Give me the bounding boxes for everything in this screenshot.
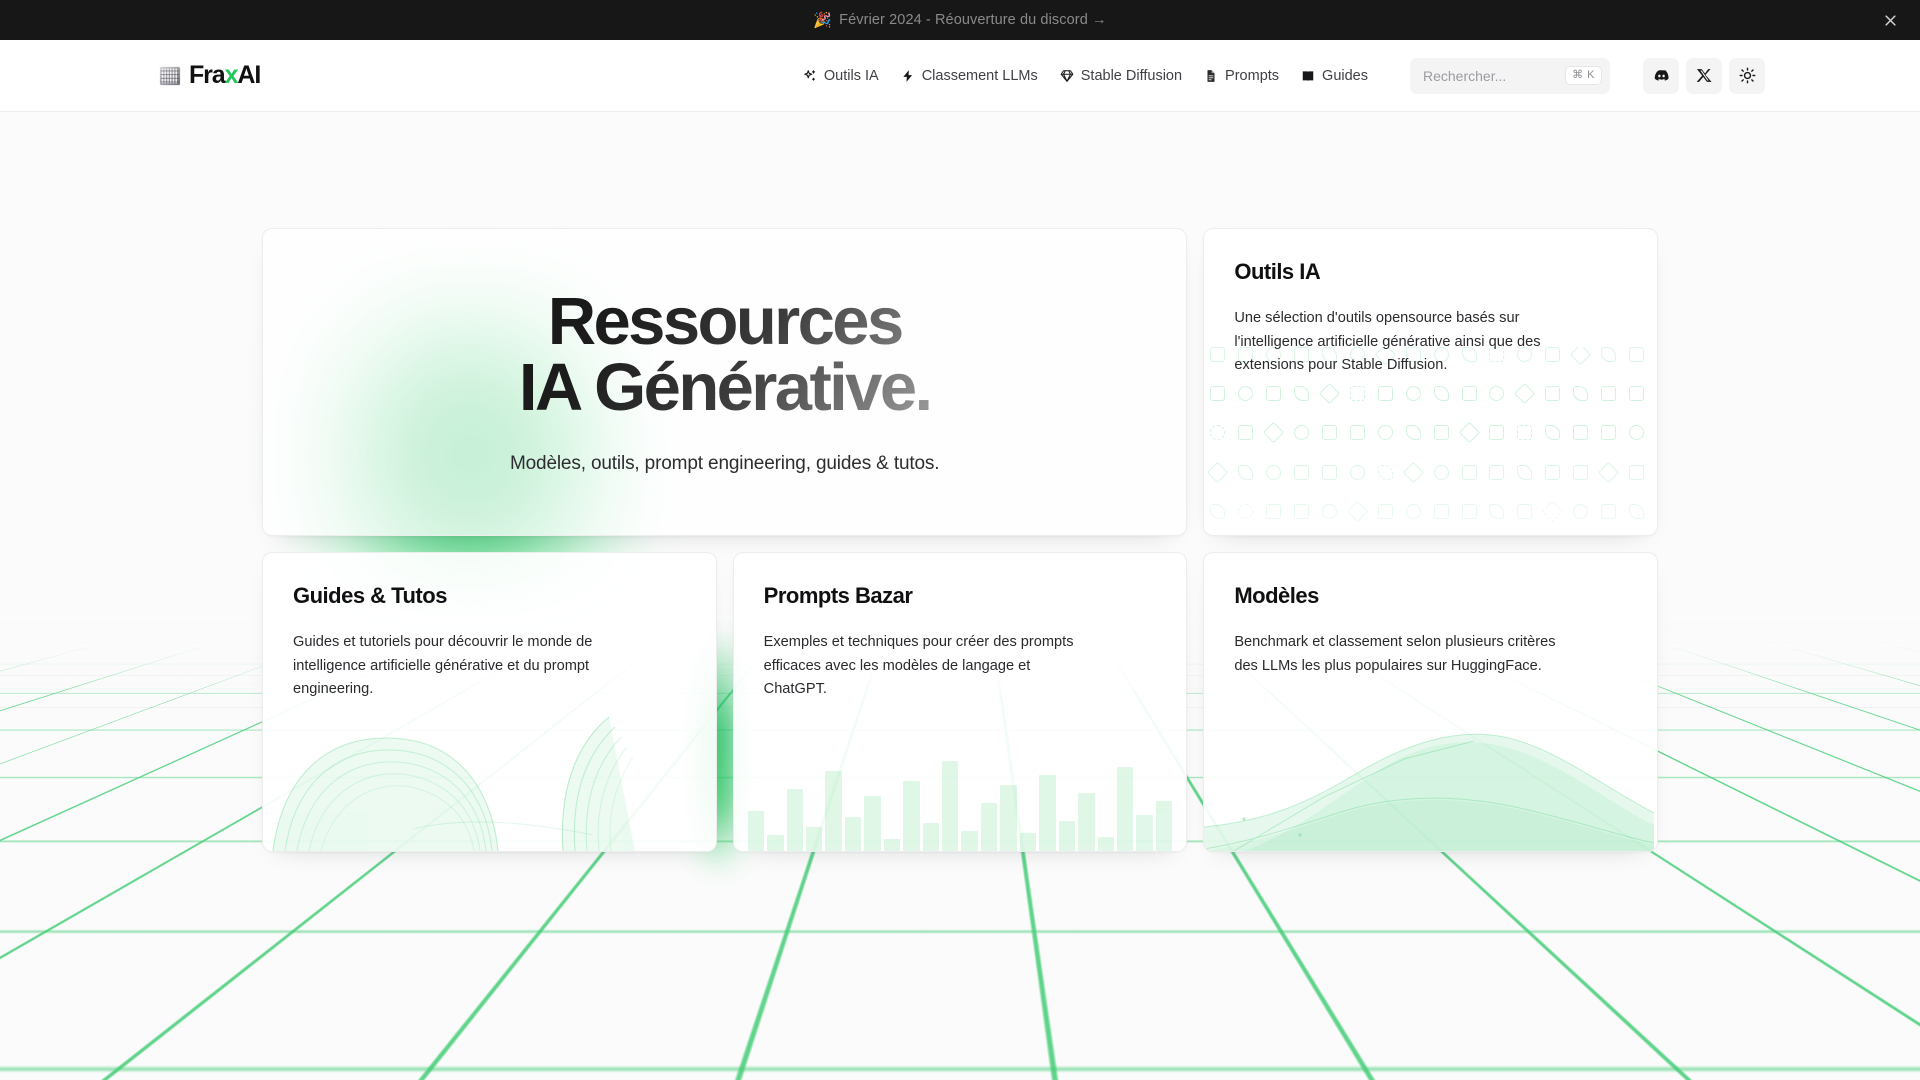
diamond-icon — [1060, 69, 1074, 83]
page-stage: Ressources IA Générative. Modèles, outil… — [0, 112, 1920, 1080]
party-popper-icon: 🎉 — [813, 13, 832, 28]
theme-toggle-button[interactable] — [1729, 58, 1765, 94]
nav-item-label: Prompts — [1225, 68, 1279, 84]
header-actions — [1643, 58, 1765, 94]
announcement-text: Février 2024 - Réouverture du discord → — [839, 12, 1106, 28]
nav-item-stable-diffusion[interactable]: Stable Diffusion — [1060, 68, 1182, 84]
nav-item-outils-ia[interactable]: Outils IA — [803, 68, 879, 84]
search-input[interactable]: Rechercher... ⌘ K — [1410, 58, 1610, 94]
nav-item-classement-llms[interactable]: Classement LLMs — [901, 68, 1038, 84]
main-navigation: Outils IA Classement LLMs Stable Diffusi… — [803, 58, 1765, 94]
logo-text-suffix: AI — [237, 61, 260, 89]
card-guides-tutos[interactable]: Guides & Tutos Guides et tutoriels pour … — [262, 552, 717, 852]
book-icon — [1301, 69, 1315, 83]
logo-mark-icon — [159, 65, 181, 87]
nav-item-prompts[interactable]: Prompts — [1204, 68, 1279, 84]
search-shortcut-badge: ⌘ K — [1565, 66, 1602, 84]
card-description: Benchmark et classement selon plusieurs … — [1234, 631, 1564, 678]
card-description: Guides et tutoriels pour découvrir le mo… — [293, 631, 623, 702]
hero-card: Ressources IA Générative. Modèles, outil… — [262, 228, 1187, 536]
announcement-link[interactable]: 🎉 Février 2024 - Réouverture du discord … — [813, 12, 1106, 28]
site-header: FraxAI Outils IA Classement LLMs Stable … — [0, 40, 1920, 112]
sparkles-icon — [803, 69, 817, 83]
logo-text-accent: x — [225, 61, 238, 89]
nav-item-label: Outils IA — [824, 68, 879, 84]
x-twitter-button[interactable] — [1686, 58, 1722, 94]
logo-text: FraxAI — [189, 63, 260, 88]
card-grid: Ressources IA Générative. Modèles, outil… — [262, 112, 1658, 852]
file-text-icon — [1204, 69, 1218, 83]
card-description: Exemples et techniques pour créer des pr… — [764, 631, 1084, 702]
lightning-bolt-icon — [901, 69, 915, 83]
curve-lines-decoration — [263, 701, 713, 851]
page-subtitle: Modèles, outils, prompt engineering, gui… — [510, 453, 939, 475]
nav-item-label: Stable Diffusion — [1081, 68, 1182, 84]
sun-icon — [1739, 67, 1756, 84]
nav-item-label: Classement LLMs — [922, 68, 1038, 84]
card-outils-ia[interactable]: Outils IA Une sélection d'outils opensou… — [1203, 228, 1658, 536]
card-description: Une sélection d'outils opensource basés … — [1234, 307, 1564, 378]
announcement-bar[interactable]: 🎉 Février 2024 - Réouverture du discord … — [0, 0, 1920, 40]
discord-button[interactable] — [1643, 58, 1679, 94]
code-text-decoration — [734, 711, 1187, 851]
nav-item-guides[interactable]: Guides — [1301, 68, 1368, 84]
page-title: Ressources IA Générative. — [479, 289, 971, 422]
card-title: Guides & Tutos — [293, 583, 686, 609]
close-icon[interactable] — [1878, 8, 1902, 32]
card-title: Outils IA — [1234, 259, 1627, 285]
logo-text-primary: Fra — [189, 61, 225, 89]
mountain-chart-decoration — [1204, 701, 1654, 851]
card-title: Modèles — [1234, 583, 1627, 609]
card-title: Prompts Bazar — [764, 583, 1157, 609]
x-twitter-icon — [1696, 67, 1713, 84]
logo[interactable]: FraxAI — [159, 63, 260, 88]
search-placeholder: Rechercher... — [1423, 68, 1565, 84]
nav-item-label: Guides — [1322, 68, 1368, 84]
card-modeles[interactable]: Modèles Benchmark et classement selon pl… — [1203, 552, 1658, 852]
card-prompts-bazar[interactable]: Prompts Bazar Exemples et techniques pou… — [733, 552, 1188, 852]
discord-icon — [1653, 67, 1670, 84]
